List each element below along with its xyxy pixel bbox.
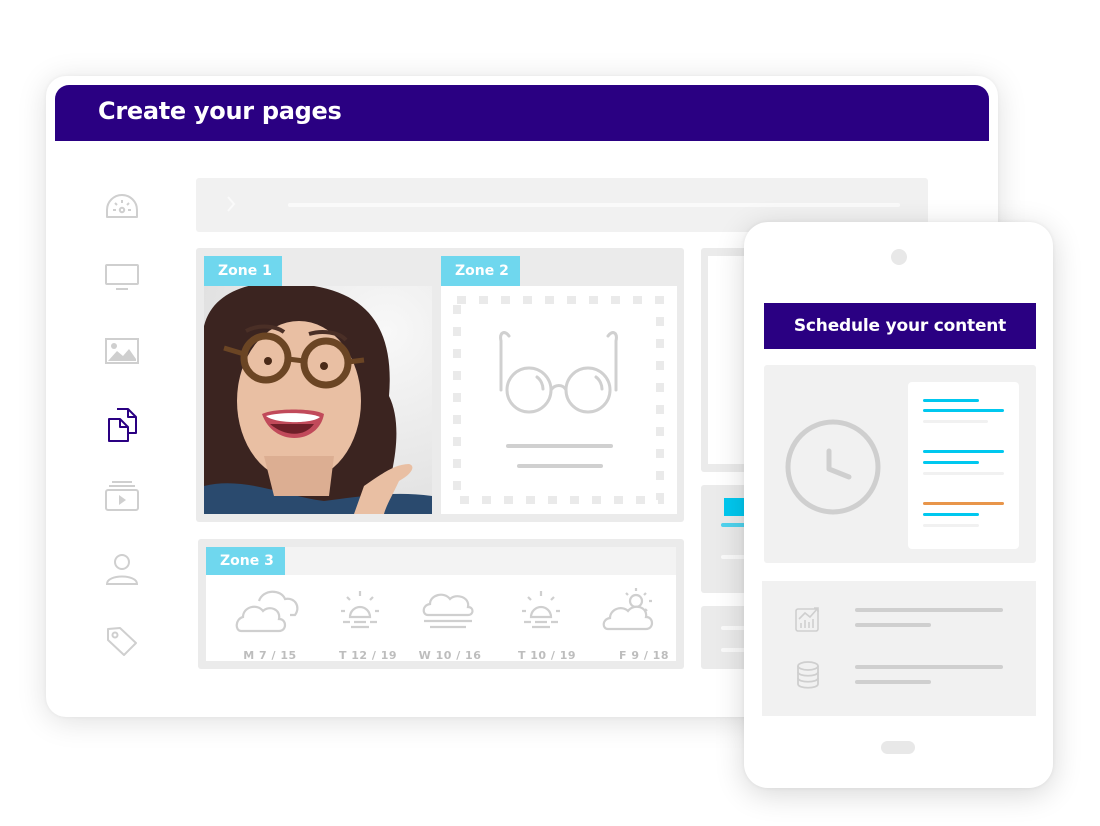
schedule-item-line-highlight (923, 502, 1004, 505)
zone-2-placeholder[interactable] (441, 286, 677, 514)
schedule-item-line (923, 513, 979, 516)
stats-panel (762, 581, 1036, 716)
image-icon (105, 338, 139, 364)
woman-with-glasses-photo (204, 286, 432, 514)
forecast-label: M 7 / 15 (243, 649, 297, 662)
documents-icon (108, 408, 137, 442)
analytics-icon (795, 607, 819, 632)
sidebar-item-tags[interactable] (104, 625, 140, 657)
address-placeholder-line (288, 203, 900, 207)
forecast-day: T 12 / 19 (318, 587, 402, 662)
fog-icon (422, 593, 474, 629)
monitor-icon (105, 264, 139, 290)
forecast-day: W 10 / 16 (406, 587, 490, 662)
zone-2-tag[interactable]: Zone 2 (441, 256, 520, 287)
sidebar-item-playlists[interactable] (104, 479, 140, 513)
glasses-icon (499, 331, 618, 468)
forecast-label: F 9 / 18 (619, 649, 669, 662)
playlist-icon (105, 481, 139, 511)
sidebar-item-dashboard[interactable] (104, 191, 140, 221)
sidebar-item-screens[interactable] (104, 262, 140, 292)
sunrise-icon (522, 591, 560, 629)
dashed-border (453, 296, 664, 504)
zone-1-photo[interactable] (204, 286, 432, 514)
zone-3-tag[interactable]: Zone 3 (206, 547, 285, 575)
stat-line (855, 665, 1003, 669)
forecast-label: W 10 / 16 (418, 649, 482, 662)
phone-camera (891, 249, 907, 265)
zones-row-bottom: Zone 3 M 7 / 15 T 12 / 19 W 10 / 16 T 10… (198, 539, 684, 669)
schedule-item-line (923, 472, 1004, 475)
schedule-item-line (923, 524, 979, 527)
stat-line (855, 680, 931, 684)
schedule-item-line (923, 461, 979, 464)
forecast-day: F 9 / 18 (586, 587, 670, 662)
zone-3-weather-widget[interactable]: Zone 3 M 7 / 15 T 12 / 19 W 10 / 16 T 10… (206, 547, 676, 662)
sunrise-icon (341, 591, 379, 629)
schedule-item-line (923, 399, 979, 402)
user-icon (105, 554, 139, 585)
zone-1-tag[interactable]: Zone 1 (204, 256, 282, 287)
phone-mockup: Schedule your content (744, 222, 1053, 788)
forecast-label: T 10 / 19 (517, 649, 577, 662)
stat-line (855, 608, 1003, 612)
sidebar-item-users[interactable] (104, 552, 140, 586)
schedule-list[interactable] (908, 382, 1019, 549)
cloudy-icon (235, 590, 299, 633)
sidebar-item-pages[interactable] (104, 407, 140, 443)
gauge-icon (106, 194, 138, 218)
schedule-item-line (923, 409, 1004, 412)
partly-cloudy-icon (602, 588, 654, 631)
stat-line (855, 623, 931, 627)
chevron-right-icon[interactable] (226, 195, 236, 213)
tag-icon (107, 627, 137, 656)
schedule-panel (764, 365, 1036, 563)
forecast-day: T 10 / 19 (499, 587, 583, 662)
forecast-day: M 7 / 15 (228, 587, 312, 662)
clock-icon (785, 419, 881, 515)
window-header: Create your pages (55, 85, 989, 141)
schedule-item-line (923, 420, 988, 423)
zones-row-top: Zone 1 Zone 2 (196, 248, 684, 522)
database-icon (797, 661, 819, 689)
sidebar-item-media[interactable] (104, 336, 140, 366)
schedule-header: Schedule your content (764, 303, 1036, 349)
stage: Create your pages Zone 1 Zone 2 Zone 3 M… (0, 0, 1100, 826)
schedule-item-line (923, 450, 1004, 453)
window-title: Create your pages (98, 97, 342, 125)
phone-home-button[interactable] (881, 741, 915, 754)
